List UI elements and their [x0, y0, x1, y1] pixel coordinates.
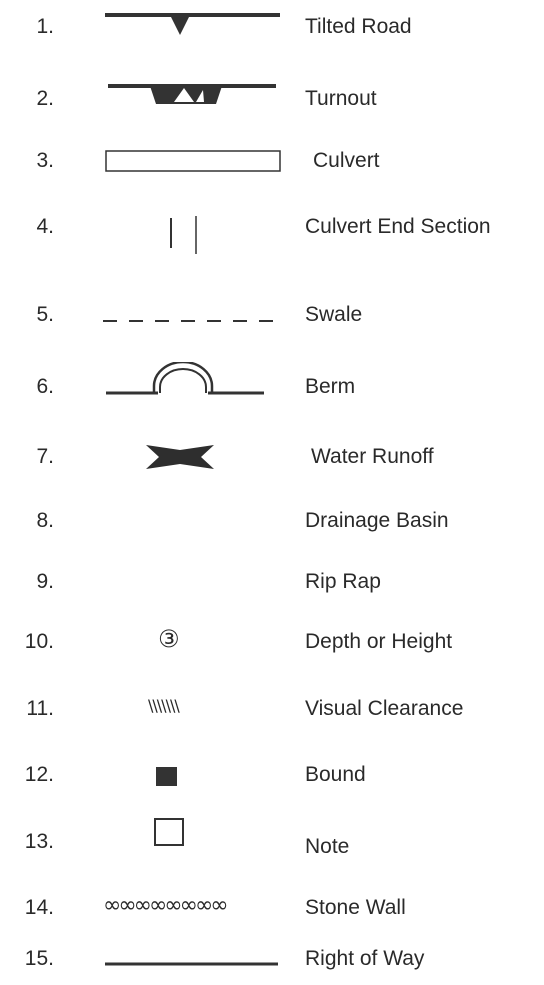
- turnout-icon: [100, 74, 290, 124]
- legend-item-swale: 5. Swale: [0, 290, 544, 340]
- item-label: Visual Clearance: [305, 697, 464, 720]
- legend-item-culvert-end-section: 4. Culvert End Section: [0, 202, 544, 254]
- item-number: 4.: [36, 215, 54, 238]
- note-icon: [100, 817, 290, 867]
- item-number: 9.: [36, 570, 54, 593]
- item-label: Note: [305, 835, 350, 858]
- item-label: Culvert End Section: [305, 215, 491, 238]
- rip-rap-icon: [100, 557, 290, 607]
- item-number: 8.: [36, 509, 54, 532]
- legend-item-water-runoff: 7. Water Runoff: [0, 432, 544, 482]
- item-label: Drainage Basin: [305, 509, 449, 532]
- item-label: Right of Way: [305, 947, 425, 970]
- item-label: Water Runoff: [311, 445, 434, 468]
- right-of-way-icon: [100, 934, 290, 984]
- item-number: 15.: [24, 947, 54, 970]
- item-number: 2.: [36, 87, 54, 110]
- berm-icon: [100, 362, 290, 412]
- legend-item-turnout: 2. Turnout: [0, 74, 544, 124]
- stone-wall-icon: ∞∞∞∞∞∞∞∞: [100, 883, 290, 933]
- item-number: 13.: [24, 830, 54, 853]
- swale-icon: [100, 290, 290, 340]
- item-number: 12.: [24, 763, 54, 786]
- depth-marker-icon: ③: [100, 617, 290, 667]
- visual-clearance-icon: \\\\\\\: [100, 684, 290, 734]
- item-number: 10.: [24, 630, 54, 653]
- legend-item-visual-clearance: 11. \\\\\\\ Visual Clearance: [0, 684, 544, 734]
- item-number: 7.: [36, 445, 54, 468]
- item-label: Depth or Height: [305, 630, 453, 653]
- tilted-road-icon: [100, 2, 290, 52]
- culvert-end-section-icon: [100, 202, 290, 254]
- culvert-icon: [100, 136, 290, 186]
- item-number: 5.: [36, 303, 54, 326]
- item-label: Bound: [305, 763, 366, 786]
- item-label: Culvert: [313, 149, 380, 172]
- legend-item-rip-rap: 9. Rip Rap: [0, 557, 544, 607]
- item-label: Swale: [305, 303, 363, 326]
- drainage-basin-icon: [100, 496, 290, 546]
- item-number: 1.: [36, 15, 54, 38]
- legend-item-right-of-way: 15. Right of Way: [0, 934, 544, 984]
- item-label: Tilted Road: [305, 15, 412, 38]
- item-number: 14.: [24, 896, 54, 919]
- item-label: Stone Wall: [305, 896, 406, 919]
- item-number: 11.: [26, 697, 54, 720]
- depth-marker-glyph: ③: [158, 625, 180, 653]
- legend-item-bound: 12. Bound: [0, 750, 544, 800]
- legend-item-depth-or-height: 10. ③ Depth or Height: [0, 617, 544, 667]
- legend-item-culvert: 3. Culvert: [0, 136, 544, 186]
- item-label: Berm: [305, 375, 356, 398]
- item-number: 6.: [36, 375, 54, 398]
- visual-clearance-glyph: \\\\\\\: [148, 696, 180, 715]
- item-label: Rip Rap: [305, 570, 381, 593]
- item-number: 3.: [36, 149, 54, 172]
- legend-item-drainage-basin: 8. Drainage Basin: [0, 496, 544, 546]
- legend-item-stone-wall: 14. ∞∞∞∞∞∞∞∞ Stone Wall: [0, 883, 544, 933]
- legend-item-berm: 6. Berm: [0, 362, 544, 412]
- bound-icon: [100, 750, 290, 800]
- legend-item-note: 13. Note: [0, 817, 544, 867]
- water-runoff-icon: [100, 432, 290, 482]
- legend-item-tilted-road: 1. Tilted Road: [0, 2, 544, 52]
- stone-wall-glyph: ∞∞∞∞∞∞∞∞: [103, 893, 229, 918]
- item-label: Turnout: [305, 87, 377, 110]
